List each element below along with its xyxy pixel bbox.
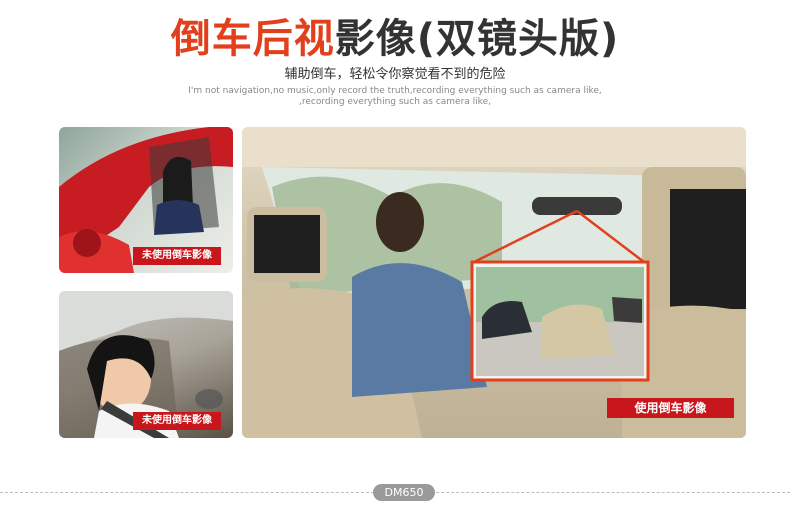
- page-subtitle: 辅助倒车，轻松令你察觉看不到的危险: [284, 67, 506, 82]
- model-badge: DM650: [373, 484, 435, 501]
- english-description-line-2: ,recording everything such as camera lik…: [299, 97, 491, 107]
- english-description-line-1: I'm not navigation,no music,only record …: [188, 86, 602, 96]
- without-camera-label-1: 未使用倒车影像: [133, 247, 221, 265]
- with-camera-photo: 使用倒车影像: [242, 127, 746, 438]
- page-title: 倒车后视影像(双镜头版): [0, 14, 790, 64]
- without-camera-photo-2: 未使用倒车影像: [59, 291, 233, 438]
- with-camera-label: 使用倒车影像: [607, 398, 734, 418]
- title-highlight: 倒车后视: [170, 16, 335, 62]
- car-interior-rear-view-photo: [242, 127, 746, 438]
- without-camera-photo-1: 未使用倒车影像: [59, 127, 233, 273]
- title-rest: 影像(双镜头版): [334, 16, 620, 62]
- without-camera-label-2: 未使用倒车影像: [133, 412, 221, 430]
